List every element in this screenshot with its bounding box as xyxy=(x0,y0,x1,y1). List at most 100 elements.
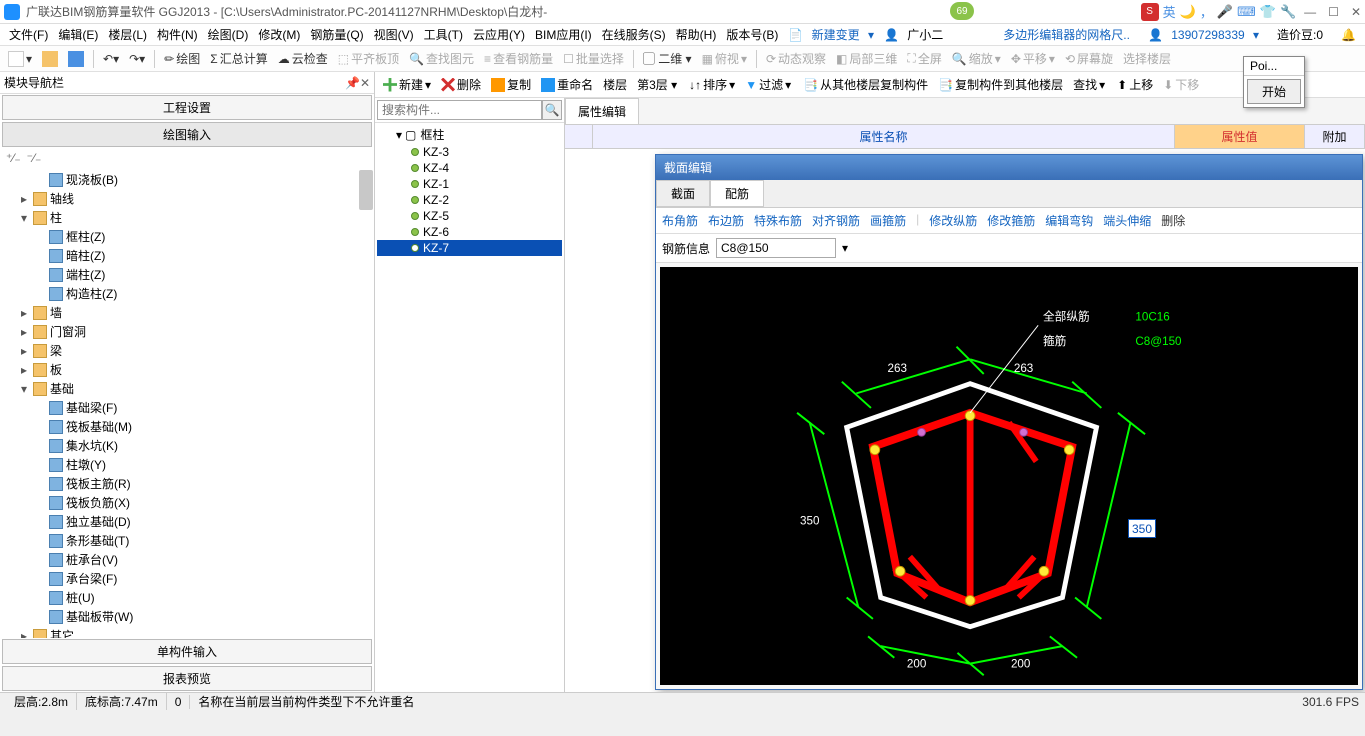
ime-mode[interactable]: 英 xyxy=(1163,2,1176,21)
menu-view[interactable]: 视图(V) xyxy=(369,26,419,43)
se-dim-input[interactable]: 350 xyxy=(1128,519,1156,538)
se-sub-end[interactable]: 端头伸缩 xyxy=(1103,212,1151,229)
kz-item[interactable]: KZ-7 xyxy=(377,240,562,256)
polygon-grid-link[interactable]: 多边形编辑器的网格尺.. xyxy=(998,26,1135,43)
sum-calc-button[interactable]: Σ 汇总计算 xyxy=(206,48,271,69)
tree-node[interactable]: 条形基础(T) xyxy=(2,531,372,550)
tree-node[interactable]: 集水坑(K) xyxy=(2,436,372,455)
acc-single-input[interactable]: 单构件输入 xyxy=(2,639,372,664)
se-sub-align[interactable]: 对齐钢筋 xyxy=(812,212,860,229)
tree-node[interactable]: ▾基础 xyxy=(2,379,372,398)
menu-gxe[interactable]: 👤 广小二 xyxy=(879,26,953,43)
tree-node[interactable]: 桩(U) xyxy=(2,588,372,607)
level-top-button[interactable]: ⬚ 平齐板顶 xyxy=(334,48,403,69)
acc-report-preview[interactable]: 报表预览 xyxy=(2,666,372,691)
save-button[interactable] xyxy=(64,49,88,69)
menu-draw[interactable]: 绘图(D) xyxy=(203,26,254,43)
screen-rot-button[interactable]: ⟲ 屏幕旋 xyxy=(1061,48,1117,69)
kz-item[interactable]: KZ-5 xyxy=(377,208,562,224)
se-sub-edge[interactable]: 布边筋 xyxy=(708,212,744,229)
c-copy-button[interactable]: 复制 xyxy=(487,74,535,95)
cloud-check-button[interactable]: ☁ 云检查 xyxy=(274,48,332,69)
se-sub-special[interactable]: 特殊布筋 xyxy=(754,212,802,229)
c-filter-button[interactable]: ▼ 过滤▾ xyxy=(741,74,795,95)
c-down-button[interactable]: ⬇ 下移 xyxy=(1159,74,1203,95)
ime-comma-icon[interactable]: ， xyxy=(1200,2,1213,21)
c-del-button[interactable]: 删除 xyxy=(437,74,485,95)
menu-newchange[interactable]: 📄 新建变更 ▾ xyxy=(783,26,879,43)
c-floor-combo[interactable]: 第3层 ▾ xyxy=(633,74,681,95)
c-find-button[interactable]: 查找▾ xyxy=(1069,74,1109,95)
select-floor-button[interactable]: 选择楼层 xyxy=(1119,48,1175,69)
acc-draw-input[interactable]: 绘图输入 xyxy=(2,122,372,147)
fullscreen-button[interactable]: ⛶ 全屏 xyxy=(903,48,945,69)
se-sub-corner[interactable]: 布角筋 xyxy=(662,212,698,229)
prop-tab[interactable]: 属性编辑 xyxy=(565,98,639,124)
new-doc-button[interactable]: ▾ xyxy=(4,49,36,69)
c-copyto-button[interactable]: 📑 复制构件到其他楼层 xyxy=(934,74,1067,95)
notification-badge[interactable]: 69 xyxy=(950,2,974,20)
tree-node[interactable]: 基础梁(F) xyxy=(2,398,372,417)
collapse-all-icon[interactable]: ⁻⁄₋ xyxy=(27,151,42,165)
c-copyfrom-button[interactable]: 📑 从其他楼层复制构件 xyxy=(799,74,932,95)
se-tab-rebar[interactable]: 配筋 xyxy=(710,180,764,207)
dyn-view-button[interactable]: ⟳ 动态观察 xyxy=(762,48,830,69)
tree-scrollbar[interactable] xyxy=(359,170,373,210)
draw-button[interactable]: ✏ 绘图 xyxy=(160,48,204,69)
tree-node[interactable]: 端柱(Z) xyxy=(2,265,372,284)
menu-online[interactable]: 在线服务(S) xyxy=(597,26,671,43)
tree-node[interactable]: 桩承台(V) xyxy=(2,550,372,569)
se-tab-section[interactable]: 截面 xyxy=(656,180,710,207)
tree-node[interactable]: 筏板负筋(X) xyxy=(2,493,372,512)
acc-project-settings[interactable]: 工程设置 xyxy=(2,95,372,120)
tree-node[interactable]: 筏板基础(M) xyxy=(2,417,372,436)
se-sub-modstir[interactable]: 修改箍筋 xyxy=(987,212,1035,229)
ime-keyboard-icon[interactable]: ⌨ xyxy=(1237,4,1256,20)
menu-rebar[interactable]: 钢筋量(Q) xyxy=(305,26,368,43)
tree-node[interactable]: ▸梁 xyxy=(2,341,372,360)
minimize-button[interactable]: — xyxy=(1304,5,1316,19)
tree-node[interactable]: 暗柱(Z) xyxy=(2,246,372,265)
ime-icon[interactable]: S xyxy=(1141,3,1159,21)
tree-node[interactable]: 框柱(Z) xyxy=(2,227,372,246)
tree-node[interactable]: ▸板 xyxy=(2,360,372,379)
search-button[interactable]: 🔍 xyxy=(542,100,562,120)
find-img-button[interactable]: 🔍 查找图元 xyxy=(405,48,478,69)
pin-icon[interactable]: 📌 xyxy=(345,76,360,90)
close-button[interactable]: ✕ xyxy=(1351,5,1361,19)
menu-floor[interactable]: 楼层(L) xyxy=(103,26,152,43)
se-sub-stirrup[interactable]: 画箍筋 xyxy=(870,212,906,229)
kz-tree[interactable]: ▾▢框柱KZ-3KZ-4KZ-1KZ-2KZ-5KZ-6KZ-7 xyxy=(375,123,564,692)
kz-item[interactable]: KZ-2 xyxy=(377,192,562,208)
se-canvas[interactable]: 全部纵筋 10C16 箍筋 C8@150 263 263 350 200 200… xyxy=(660,267,1358,685)
tree-node[interactable]: 基础板带(W) xyxy=(2,607,372,626)
menu-tools[interactable]: 工具(T) xyxy=(419,26,468,43)
open-button[interactable] xyxy=(38,49,62,69)
poi-start-button[interactable]: 开始 xyxy=(1247,79,1301,104)
kz-item[interactable]: KZ-1 xyxy=(377,176,562,192)
tree-node[interactable]: 现浇板(B) xyxy=(2,170,372,189)
se-info-dropdown[interactable]: ▾ xyxy=(842,241,848,255)
menu-cloud[interactable]: 云应用(Y) xyxy=(468,26,530,43)
c-rename-button[interactable]: 重命名 xyxy=(537,74,597,95)
tree-node[interactable]: ▸门窗洞 xyxy=(2,322,372,341)
se-sub-modlong[interactable]: 修改纵筋 xyxy=(929,212,977,229)
tree-node[interactable]: 构造柱(Z) xyxy=(2,284,372,303)
search-input[interactable] xyxy=(377,100,542,120)
bell-icon[interactable]: 🔔 xyxy=(1336,28,1361,42)
top-view-button[interactable]: ▦ 俯视 ▾ xyxy=(698,48,751,69)
menu-component[interactable]: 构件(N) xyxy=(152,26,203,43)
tree-node[interactable]: ▾柱 xyxy=(2,208,372,227)
menu-file[interactable]: 文件(F) xyxy=(4,26,53,43)
user-id[interactable]: 👤 13907298339 ▾ xyxy=(1143,28,1264,42)
close-panel-icon[interactable]: ✕ xyxy=(360,76,370,90)
c-new-button[interactable]: 新建▾ xyxy=(379,74,435,95)
pan-button[interactable]: ✥ 平移 ▾ xyxy=(1007,48,1059,69)
menu-edit[interactable]: 编辑(E) xyxy=(53,26,103,43)
se-sub-hook[interactable]: 编辑弯钩 xyxy=(1045,212,1093,229)
ime-moon-icon[interactable]: 🌙 xyxy=(1180,4,1196,20)
ime-tool-icon[interactable]: 👕 xyxy=(1260,4,1276,20)
menu-version[interactable]: 版本号(B) xyxy=(721,26,783,43)
2d-toggle[interactable]: ▢ 二维 ▾ xyxy=(639,48,696,69)
tree-node[interactable]: ▸轴线 xyxy=(2,189,372,208)
